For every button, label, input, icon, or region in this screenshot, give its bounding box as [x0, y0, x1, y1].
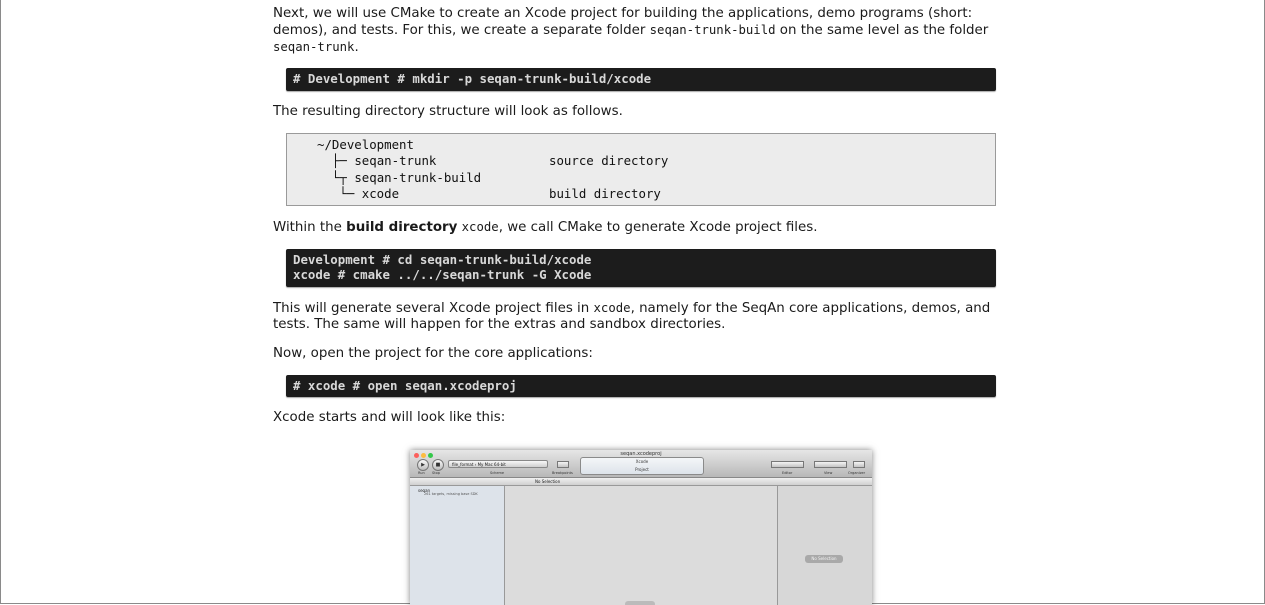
- code-line: # xcode # open seqan.xcodeproj: [293, 377, 517, 393]
- view-label: View: [824, 471, 833, 475]
- scheme-label: Scheme: [490, 471, 505, 475]
- scheme-selector: file_format › My Mac 64-bit: [448, 460, 548, 468]
- stop-icon: ■: [432, 459, 444, 471]
- generate-paragraph: This will generate several Xcode project…: [273, 300, 1007, 333]
- inspector-pane: No Selection: [777, 486, 872, 605]
- tree-row-seqan-trunk-build: └┬ seqan-trunk-build: [317, 170, 995, 187]
- generate-code: xcode: [593, 300, 631, 315]
- intro-paragraph: Next, we will use CMake to create an Xco…: [273, 6, 1007, 56]
- editor-handle: [625, 601, 655, 605]
- code-line: # Development # mkdir -p seqan-trunk-bui…: [293, 71, 652, 86]
- within-paragraph: Within the build directory xcode, we cal…: [273, 219, 1007, 236]
- tree-branch: ├─: [317, 153, 355, 169]
- editor-mode-icon: [771, 461, 804, 468]
- nav-no-selection: No Selection: [535, 479, 561, 484]
- editor-label: Editor: [782, 471, 793, 475]
- project-navigator: seqan 261 targets, missing base SDK: [410, 486, 505, 605]
- within-bold-term: build directory: [346, 219, 458, 235]
- tree-desc: source directory: [549, 153, 669, 169]
- tree-name: seqan-trunk: [354, 153, 437, 169]
- xcode-intro-paragraph: Xcode starts and will look like this:: [273, 410, 506, 426]
- code-line: xcode # cmake ../../seqan-trunk -G Xcode: [293, 267, 592, 283]
- xcode-toolbar: seqan.xcodeproj ▶ ■ file_format › My Mac…: [410, 450, 872, 478]
- tree-branch: └┬: [317, 169, 355, 185]
- open-paragraph: Now, open the project for the core appli…: [273, 345, 593, 361]
- breakpoints-label: Breakpoints: [552, 471, 573, 475]
- tree-desc: build directory: [549, 186, 661, 202]
- xcode-screenshot-image: seqan.xcodeproj ▶ ■ file_format › My Mac…: [410, 450, 872, 605]
- tree-row-seqan-trunk: ├─ seqan-trunk source directory: [317, 153, 995, 170]
- inspector-no-selection: No Selection: [805, 555, 843, 563]
- intro-text-2: on the same level as the folder: [775, 23, 989, 38]
- generate-text-1: This will generate several Xcode project…: [273, 300, 594, 316]
- intro-code-trunk: seqan-trunk: [273, 40, 355, 54]
- view-toggle-icon: [814, 461, 847, 468]
- organizer-label: Organizer: [848, 471, 866, 475]
- activity-title: Xcode: [635, 459, 649, 464]
- intro-text-3: .: [354, 40, 359, 55]
- within-text-1: Within the: [273, 219, 347, 235]
- within-code: xcode: [461, 219, 499, 234]
- directory-tree-block: ~/Development ├─ seqan-trunk source direc…: [286, 132, 996, 206]
- activity-sub: Project: [635, 467, 649, 472]
- tree-root: ~/Development: [317, 137, 995, 154]
- code-block-mkdir: # Development # mkdir -p seqan-trunk-bui…: [286, 68, 996, 91]
- breakpoints-icon: [557, 461, 569, 468]
- tree-name: xcode: [361, 186, 400, 202]
- organizer-icon: [853, 461, 865, 468]
- within-text-2: , we call CMake to generate Xcode projec…: [498, 219, 818, 235]
- tree-root-label: ~/Development: [317, 136, 414, 152]
- tree-row-xcode: └─ xcode build directory: [317, 186, 995, 203]
- xcode-jump-bar: No Selection: [410, 478, 872, 486]
- activity-view: Xcode Project: [580, 457, 704, 475]
- doc-content: Next, we will use CMake to create an Xco…: [273, 6, 1007, 426]
- tree-name: seqan-trunk-build: [354, 169, 482, 185]
- editor-area: [505, 486, 777, 605]
- run-icon: ▶: [417, 459, 429, 471]
- code-block-open: # xcode # open seqan.xcodeproj: [286, 374, 996, 398]
- run-label: Run: [418, 471, 425, 475]
- tree-intro-paragraph: The resulting directory structure will l…: [273, 103, 623, 119]
- intro-code-build: seqan-trunk-build: [649, 23, 776, 37]
- project-item-sub: 261 targets, missing base SDK: [424, 492, 478, 496]
- code-line: Development # cd seqan-trunk-build/xcode: [293, 251, 592, 267]
- code-block-cmake: Development # cd seqan-trunk-build/xcode…: [286, 248, 996, 287]
- tree-branch: └─: [317, 186, 362, 202]
- stop-label: Stop: [432, 471, 440, 475]
